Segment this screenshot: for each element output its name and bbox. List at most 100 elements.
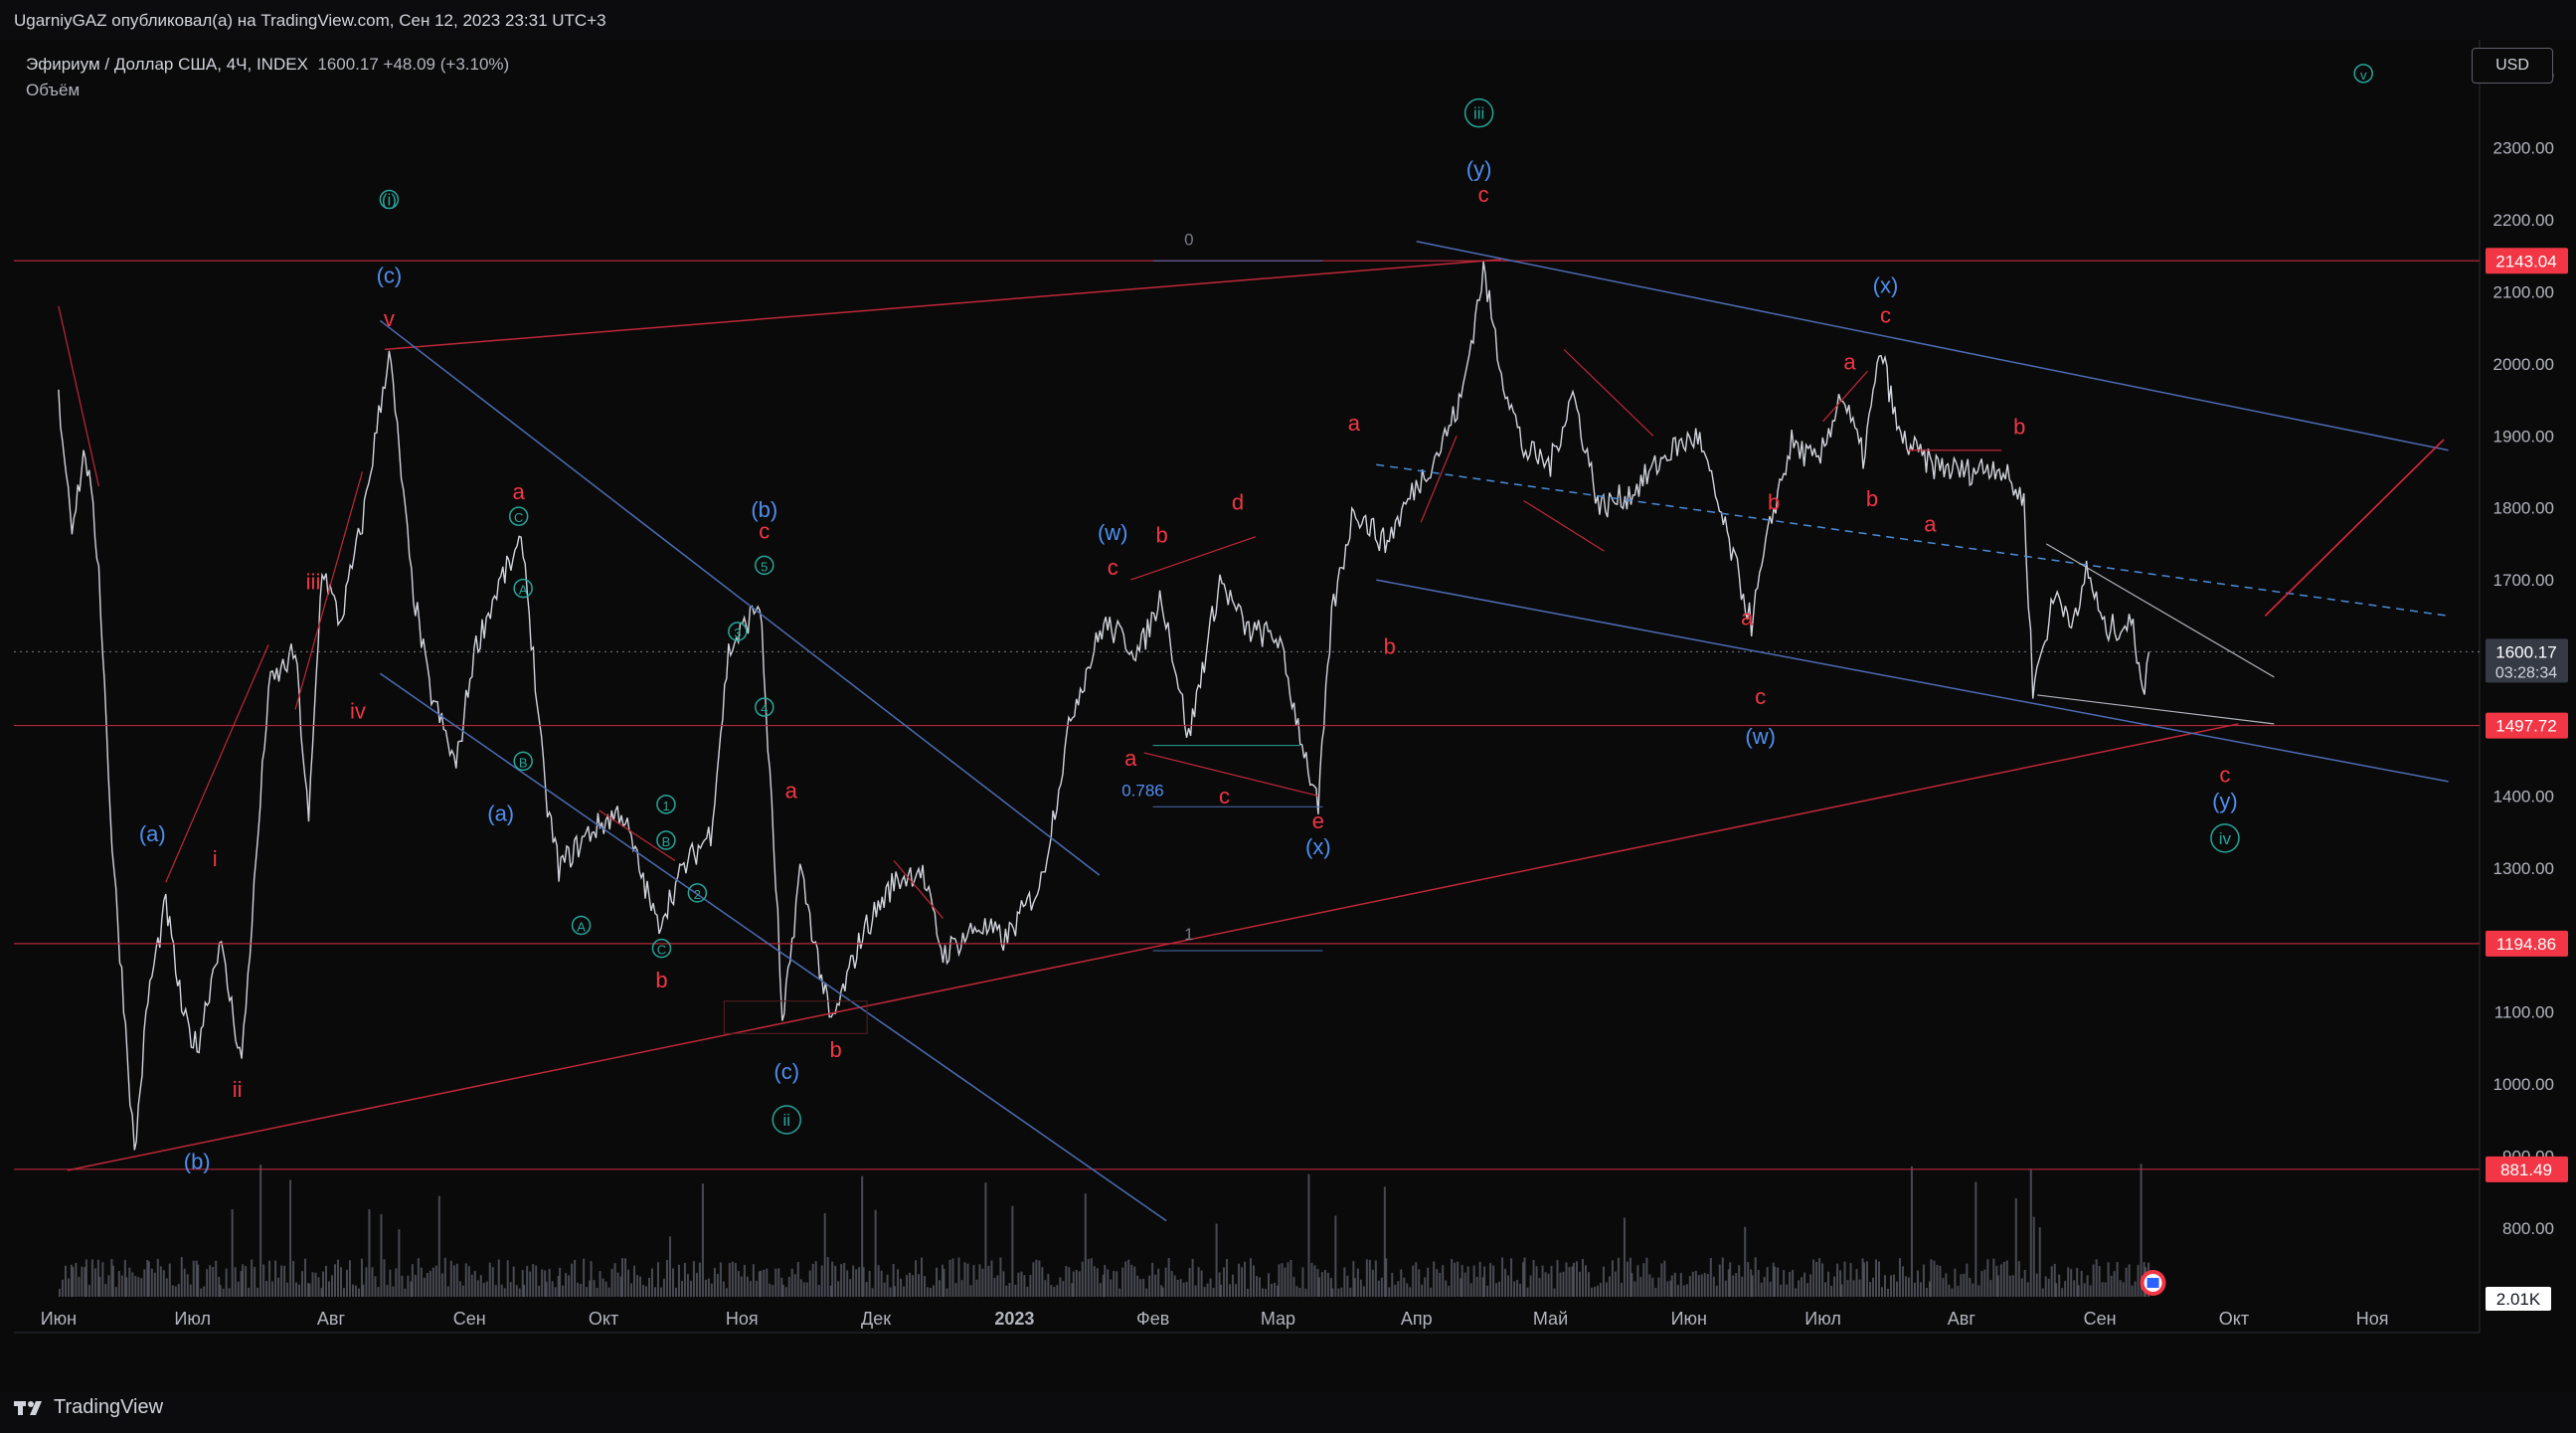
volume-bar [2116,1262,2119,1297]
volume-bar [1587,1272,1590,1297]
volume-bar [377,1287,380,1297]
volume-bar [67,1278,70,1297]
volume-bar [1167,1257,1170,1297]
volume-bar [1697,1275,1700,1297]
volume-bar [852,1265,855,1297]
volume-bar [2086,1275,2089,1297]
volume-bar [420,1267,423,1297]
volume-bar [1026,1286,1029,1297]
volume-bar [1014,1284,1017,1297]
volume-bar [886,1274,889,1297]
volume-bar [897,1269,900,1297]
volume-bar [1780,1284,1783,1297]
wave-label: 5 [761,559,768,574]
volume-bar [1377,1280,1380,1297]
volume-bar [1104,1265,1107,1297]
volume-bar [551,1281,554,1297]
volume-bar [2107,1262,2110,1297]
volume-bar [2089,1285,2092,1297]
volume-bar [645,1286,648,1297]
volume-bar [1907,1277,1910,1297]
volume-bar [900,1278,903,1297]
volume-bar [1786,1284,1789,1297]
volume-bar [1005,1285,1008,1297]
volume-bar [1238,1263,1241,1297]
volume-bar [1611,1260,1614,1297]
volume-bar [912,1275,915,1297]
volume-bar [1763,1276,1766,1297]
volume-bar [1840,1284,1843,1297]
volume-bar [186,1274,189,1297]
volume-bar [262,1264,265,1297]
volume-bar [345,1269,348,1297]
volume-bar [719,1262,722,1297]
volume-bar [212,1266,215,1297]
volume-bar [368,1209,371,1297]
volume-bar [1608,1276,1611,1297]
volume-bar [1889,1275,1892,1297]
wave-label: (a) [139,821,166,846]
wave-label: B [662,834,671,849]
volume-bar [1572,1262,1575,1297]
volume-bar [1975,1181,1977,1297]
wave-label: (w) [1098,520,1128,545]
volume-bar [1451,1259,1454,1297]
volume-bar [1617,1257,1620,1297]
y-tick-label: 1900.00 [2493,427,2554,446]
volume-bar [234,1267,237,1297]
volume-bar [1801,1277,1803,1297]
tradingview-logo[interactable]: TradingView [14,1396,163,1419]
volume-bar [1229,1284,1232,1297]
volume-bar [793,1274,796,1297]
volume-bar [120,1275,123,1297]
volume-bar [2023,1269,2026,1297]
volume-bar [1821,1263,1824,1297]
volume-bar [1556,1260,1559,1297]
volume-bar [1846,1280,1849,1297]
volume-bar [467,1266,470,1297]
volume-bar [1053,1287,1056,1297]
volume-bar [943,1269,945,1297]
volume-bar [237,1281,240,1297]
volume-bar [1041,1267,1044,1297]
volume-bar [1235,1284,1238,1297]
currency-button[interactable]: USD [2472,48,2553,84]
volume-bar [1281,1263,1284,1297]
volume-bar [526,1266,529,1297]
volume-bar [1559,1272,1562,1297]
volume-bar [978,1264,981,1297]
y-tick-label: 2300.00 [2493,139,2554,158]
volume-bar [1715,1285,1718,1297]
volume-bar [339,1267,342,1297]
volume-bar [1709,1257,1712,1297]
volume-bar [200,1288,203,1297]
wave-label: c [2219,762,2230,787]
volume-bar [1278,1264,1281,1297]
volume-bar [713,1267,716,1297]
volume-bar [1578,1271,1581,1297]
volume-bar [1065,1266,1068,1297]
volume-bar [999,1257,1002,1297]
x-tick-label: Окт [589,1309,618,1329]
volume-bar [1866,1261,1868,1297]
volume-bar [654,1287,657,1297]
volume-bar [1136,1275,1139,1297]
volume-bar [1124,1261,1127,1297]
volume-bar [1023,1275,1026,1297]
wave-label: b [1156,522,1168,547]
volume-bar [1916,1270,1919,1297]
volume-bar [1047,1274,1050,1297]
volume-bar [1741,1276,1744,1297]
wave-label: c [1108,555,1118,580]
volume-bar [1942,1278,1945,1297]
volume-bar [2017,1261,2020,1297]
volume-bar [1403,1277,1406,1297]
volume-bar [1986,1259,1989,1297]
volume-bar [78,1277,81,1297]
volume-bar [426,1273,429,1297]
volume-bar [257,1287,259,1297]
volume-bar [1614,1271,1617,1297]
wave-label: (y) [1466,156,1492,181]
price-chart[interactable]: 00.7861(i)(c)v(a)iiiiiiiv(b)aCAB(a)A1BCb… [14,40,2576,1392]
volume-bar [883,1282,886,1297]
